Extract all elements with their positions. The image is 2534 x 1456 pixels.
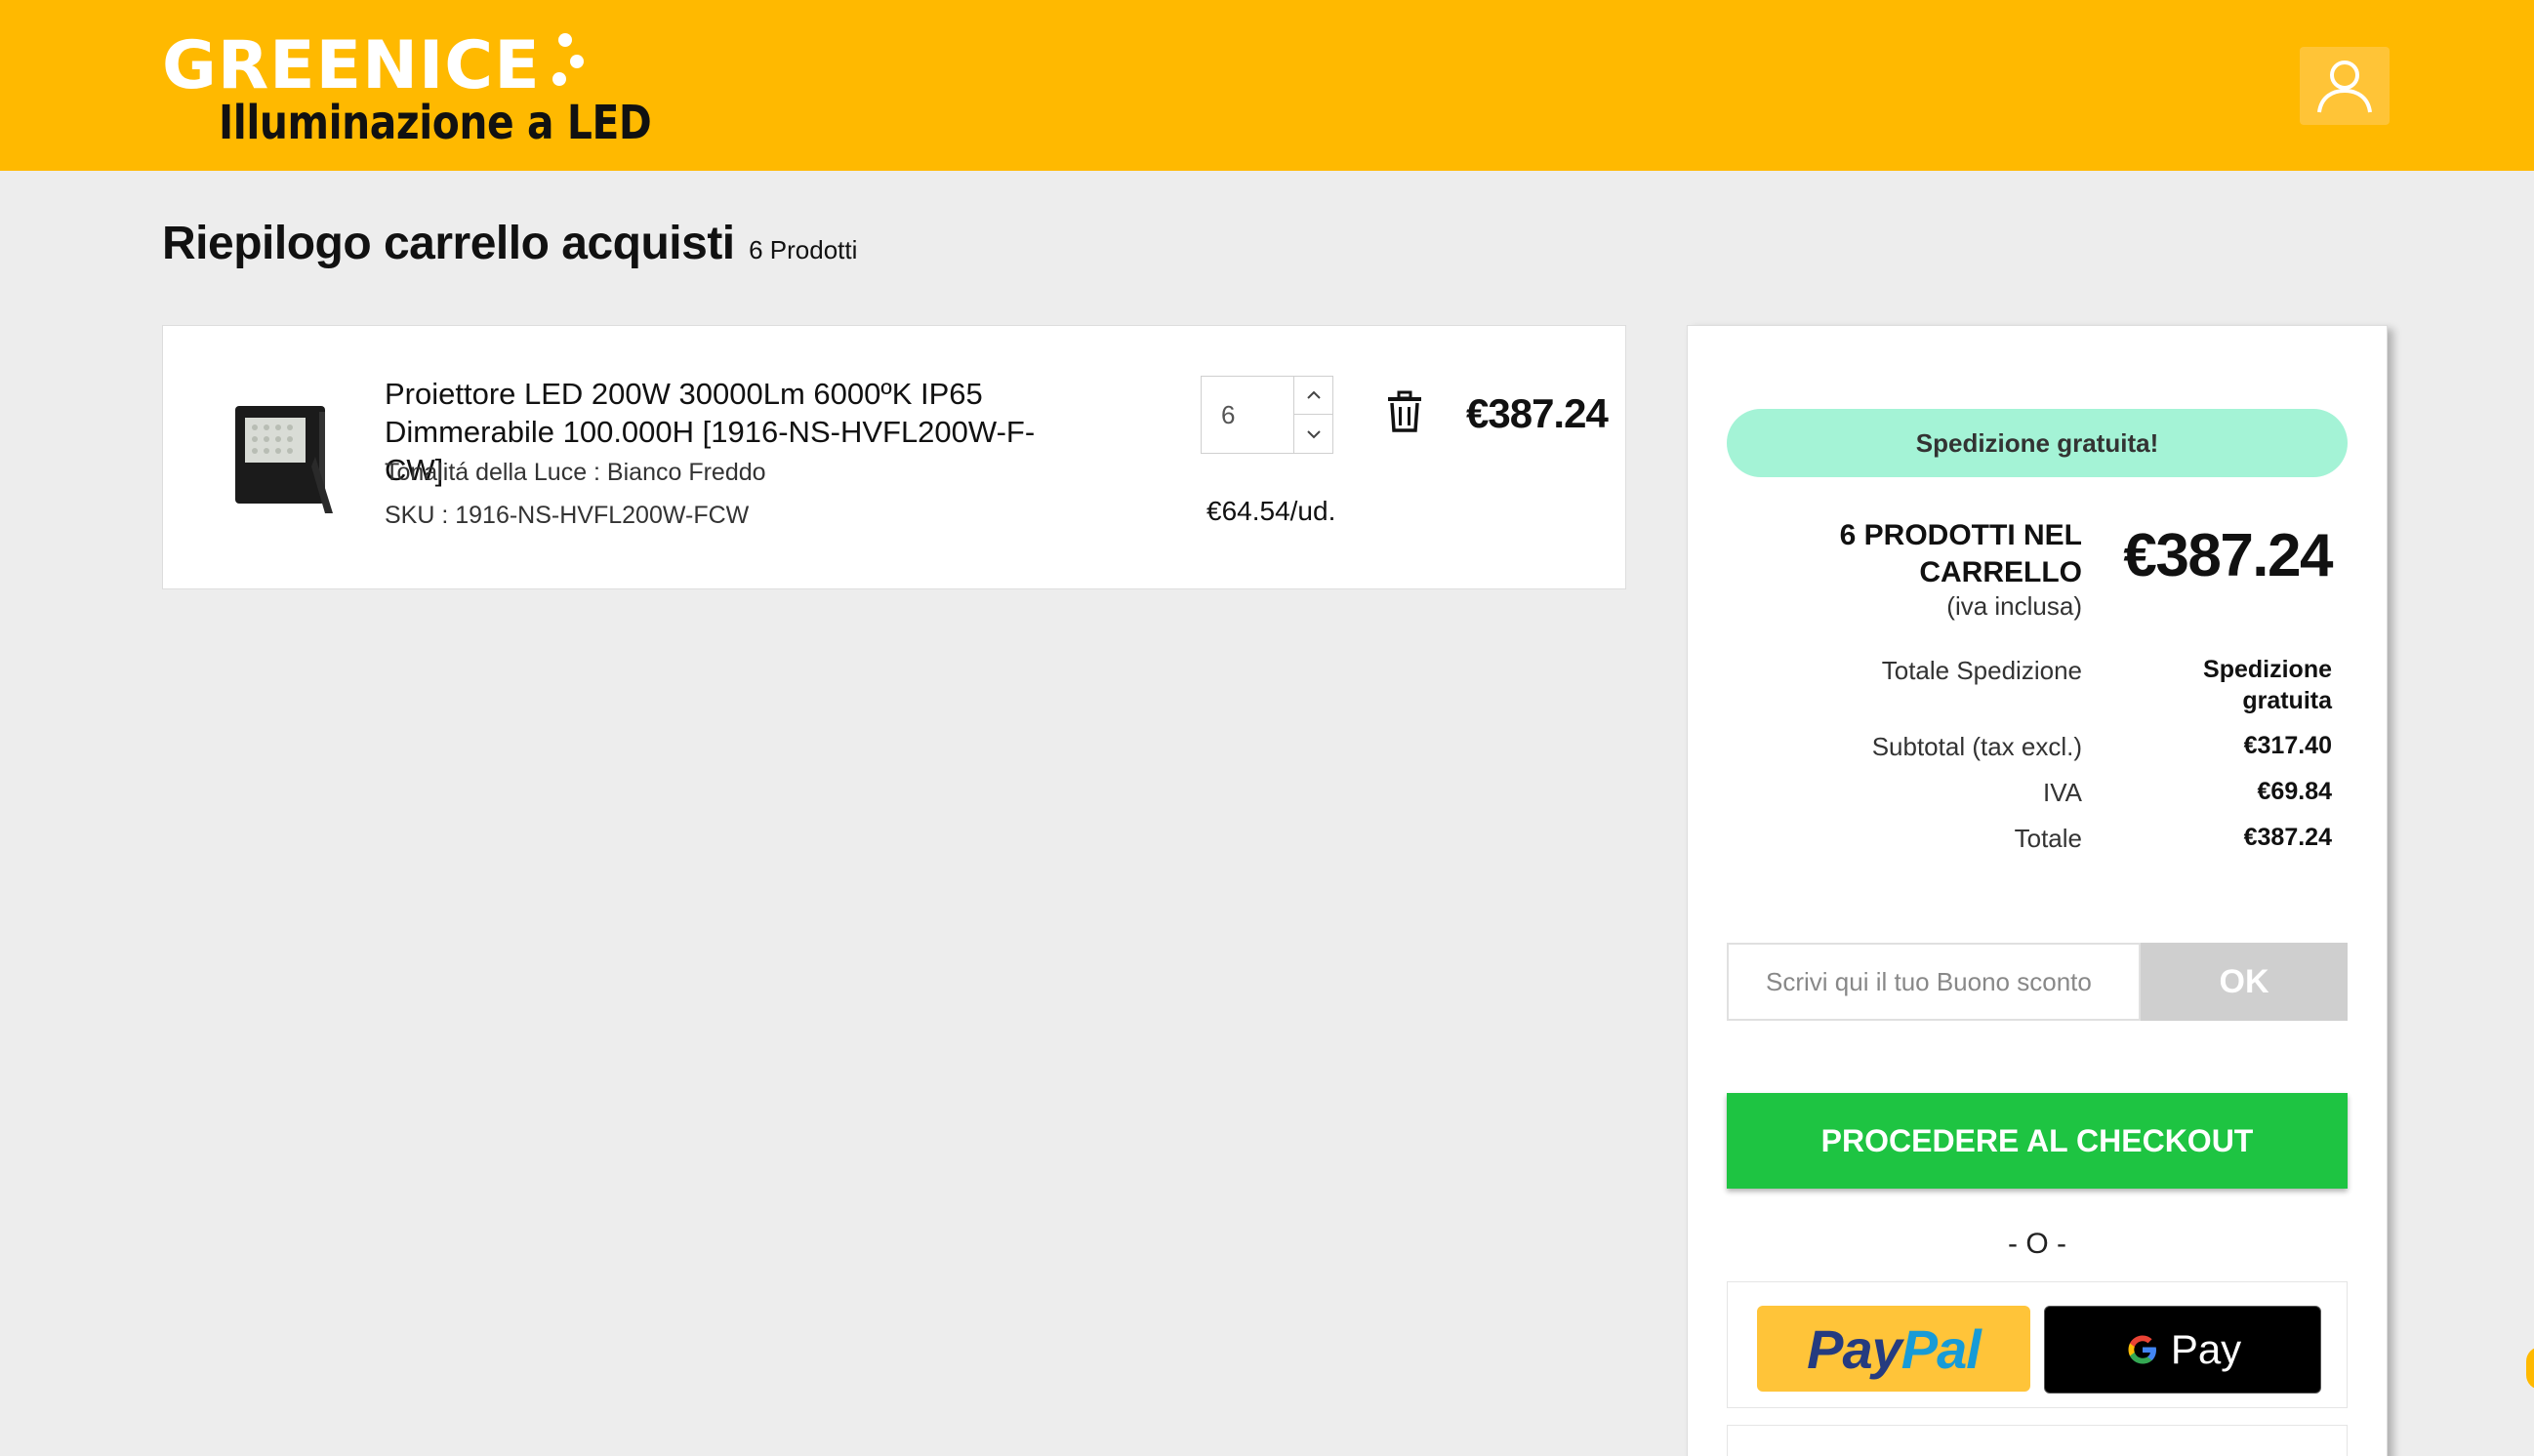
side-widget-tab[interactable]: [2526, 1347, 2534, 1390]
voucher-input[interactable]: [1727, 943, 2141, 1021]
floodlight-icon[interactable]: [222, 398, 339, 525]
unit-price: €64.54/ud.: [1206, 496, 1336, 526]
voucher-apply-button[interactable]: OK: [2141, 943, 2348, 1021]
trash-icon[interactable]: [1385, 390, 1424, 433]
chevron-down-icon: [1307, 429, 1321, 438]
total-value: €387.24: [2243, 824, 2332, 851]
vat-value: €69.84: [2257, 778, 2332, 805]
express-checkout-box: Pay Pal Pay: [1727, 1281, 2348, 1408]
quantity-input[interactable]: 6: [1202, 377, 1293, 453]
checkout-button[interactable]: PROCEDERE AL CHECKOUT: [1727, 1093, 2348, 1189]
chevron-up-icon: [1307, 390, 1321, 399]
grand-total: €387.24: [2123, 522, 2333, 589]
account-button[interactable]: [2300, 47, 2390, 125]
site-header: GREENICE Illuminazione a LED: [0, 0, 2534, 171]
product-count: 6 Prodotti: [749, 235, 858, 264]
or-separator: - O -: [2008, 1228, 2066, 1260]
product-sku: SKU : 1916-NS-HVFL200W-FCW: [385, 502, 750, 529]
google-pay-label: Pay: [2170, 1326, 2242, 1372]
quantity-stepper: 6: [1201, 376, 1333, 454]
quantity-increase-button[interactable]: [1293, 377, 1333, 415]
total-label: Totale: [2014, 824, 2082, 853]
page-heading: Riepilogo carrello acquisti: [162, 218, 735, 269]
cart-item-card: Proiettore LED 200W 30000Lm 6000ºK IP65 …: [162, 325, 1626, 589]
paypal-button[interactable]: Pay Pal: [1757, 1306, 2030, 1392]
site-logo[interactable]: GREENICE Illuminazione a LED: [162, 27, 652, 159]
free-shipping-badge: Spedizione gratuita!: [1727, 409, 2348, 477]
subtotal-label: Subtotal (tax excl.): [1871, 732, 2082, 761]
quantity-decrease-button[interactable]: [1293, 415, 1333, 453]
paypal-logo-part-1: Pay: [1807, 1317, 1902, 1380]
google-g-icon: [2128, 1335, 2156, 1364]
user-icon: [2317, 61, 2372, 113]
additional-payment-box: [1727, 1425, 2348, 1456]
shipping-total-value: Spedizione gratuita: [2203, 656, 2332, 714]
tax-included-note: (iva inclusa): [1946, 591, 2082, 621]
paypal-logo-part-2: Pal: [1900, 1317, 1982, 1380]
products-in-cart-label: 6 PRODOTTI NEL CARRELLO: [1839, 519, 2082, 588]
vat-label: IVA: [2043, 778, 2082, 807]
logo-dots-icon: [545, 33, 584, 92]
subtotal-value: €317.40: [2243, 732, 2332, 759]
page-title: Riepilogo carrello acquisti 6 Prodotti: [162, 217, 857, 270]
logo-brand: GREENICE: [162, 27, 541, 104]
line-total: €387.24: [1466, 390, 1609, 436]
shipping-total-label: Totale Spedizione: [1881, 656, 2082, 685]
logo-tagline: Illuminazione a LED: [219, 96, 652, 150]
product-attribute: Tonalitá della Luce : Bianco Freddo: [385, 459, 766, 486]
cart-summary: Spedizione gratuita! 6 PRODOTTI NEL CARR…: [1687, 325, 2388, 1456]
google-pay-button[interactable]: Pay: [2044, 1306, 2321, 1394]
